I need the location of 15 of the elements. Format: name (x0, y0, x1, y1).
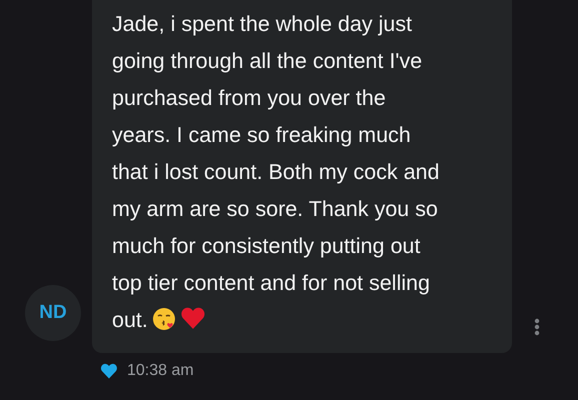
message-line: out. (112, 308, 148, 332)
message-line: my arm are so sore. Thank you so (112, 197, 438, 221)
more-options-icon[interactable] (534, 318, 540, 336)
kiss-face-icon (152, 307, 176, 331)
message-time: 10:38 am (127, 362, 194, 380)
message-line: going through all the content I've (112, 49, 422, 73)
heart-icon[interactable] (99, 362, 119, 380)
heart-icon (180, 305, 206, 331)
message-line: top tier content and for not selling (112, 271, 430, 295)
message-line: much for consistently putting out (112, 234, 420, 258)
avatar[interactable]: ND (25, 285, 81, 341)
message-line: Jade, i spent the whole day just (112, 12, 412, 36)
message-line: years. I came so freaking much (112, 123, 411, 147)
message-line: that i lost count. Both my cock and (112, 160, 440, 184)
message-line: purchased from you over the (112, 86, 386, 110)
